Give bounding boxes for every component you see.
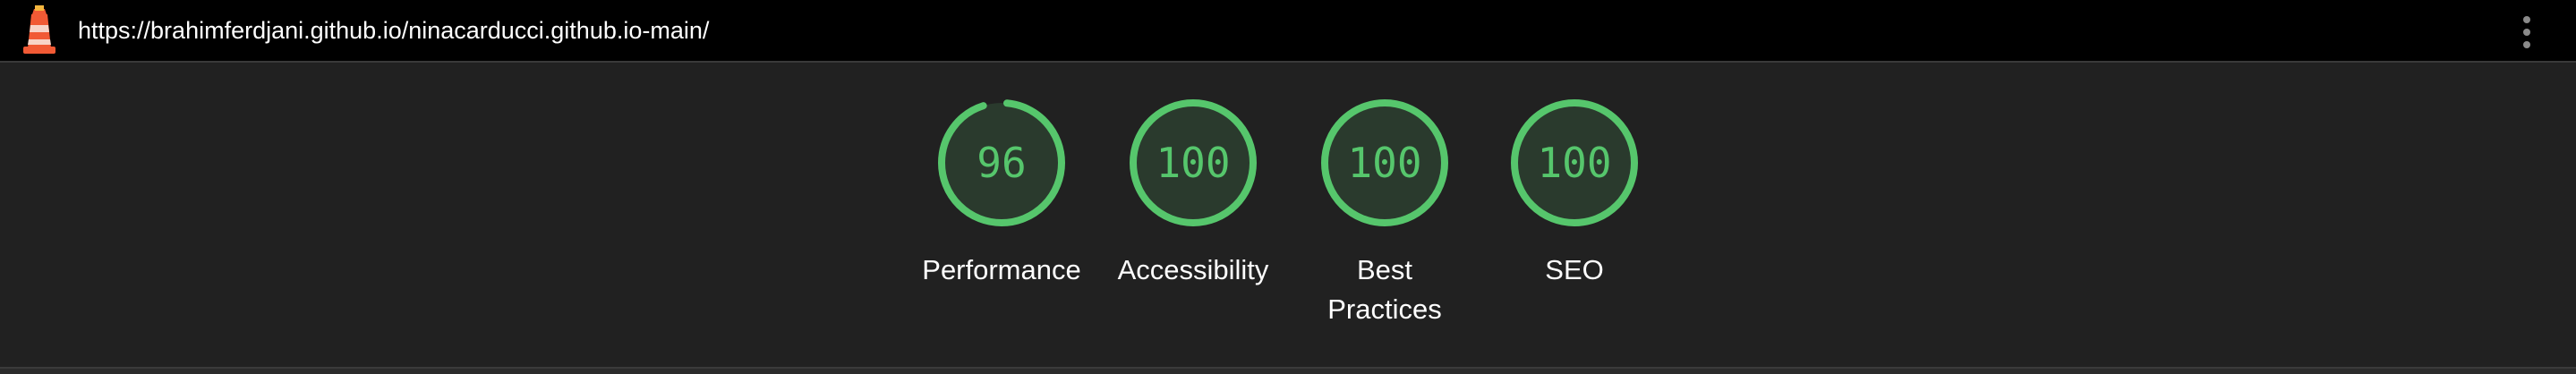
gauge-score: 100 <box>1347 139 1421 187</box>
gauge-score: 96 <box>977 139 1026 187</box>
gauge-best-practices[interactable]: 100 Best Practices <box>1286 98 1483 329</box>
page-url: https://brahimferdjani.github.io/ninacar… <box>78 17 710 44</box>
top-bar: https://brahimferdjani.github.io/ninacar… <box>0 0 2576 63</box>
gauge-performance[interactable]: 96 Performance <box>903 98 1100 290</box>
lighthouse-icon <box>23 5 55 54</box>
gauge-label: Accessibility <box>1117 254 1269 285</box>
gauge-ring: 100 <box>1321 99 1448 226</box>
more-vertical-icon[interactable] <box>2513 13 2540 52</box>
scores-panel: 96 Performance 100 Accessibility 100 Bes… <box>0 63 2576 367</box>
gauge-label: Performance <box>922 254 1081 285</box>
gauge-ring: 100 <box>1130 99 1257 226</box>
gauge-score: 100 <box>1156 139 1230 187</box>
gauge-score: 100 <box>1537 139 1611 187</box>
gauge-seo[interactable]: 100 SEO <box>1476 98 1673 290</box>
gauge-label: Best Practices <box>1327 254 1442 325</box>
gauge-ring: 96 <box>938 99 1065 226</box>
gauge-ring: 100 <box>1511 99 1638 226</box>
gauge-accessibility[interactable]: 100 Accessibility <box>1095 98 1292 290</box>
gauge-label: SEO <box>1545 254 1604 285</box>
bottom-divider <box>0 367 2576 374</box>
